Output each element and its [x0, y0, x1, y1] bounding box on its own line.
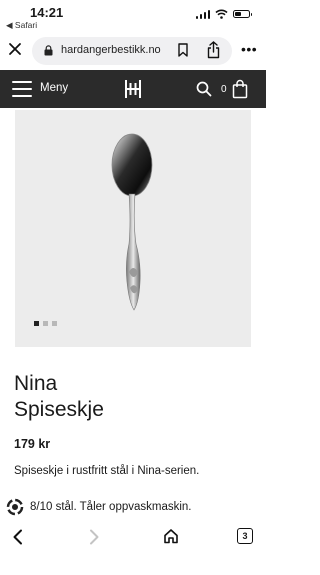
home-icon[interactable] — [163, 528, 179, 544]
logo-icon[interactable] — [124, 79, 142, 99]
carousel-dot[interactable] — [34, 321, 39, 326]
product-title-line2: Spiseskje — [14, 398, 104, 421]
bookmark-icon[interactable] — [178, 43, 188, 57]
cart-count: 0 — [221, 84, 227, 95]
more-icon[interactable]: ••• — [241, 42, 257, 56]
carousel-dots — [34, 321, 57, 326]
lock-icon — [44, 45, 53, 56]
browser-url-bar: hardangerbestikk.no ••• — [0, 34, 266, 68]
menu-button-label[interactable]: Meny — [40, 82, 68, 94]
product-price: 179 kr — [14, 437, 51, 451]
address-field[interactable]: hardangerbestikk.no — [32, 37, 232, 65]
signal-icon — [195, 9, 210, 19]
wifi-icon — [215, 9, 228, 19]
browser-toolbar: 3 — [0, 522, 266, 552]
carousel-dot[interactable] — [43, 321, 48, 326]
product-description: Spiseskje i rustfritt stål i Nina-serien… — [14, 465, 200, 477]
back-icon[interactable] — [12, 529, 24, 545]
product-title: Nina Spiseskje — [14, 371, 104, 423]
spoon-product-image — [111, 133, 153, 311]
forward-icon[interactable] — [88, 529, 100, 545]
status-bar: 14:21 ◀ Safari — [0, 0, 266, 32]
system-icons — [195, 9, 252, 19]
loading-spinner-icon — [6, 498, 24, 516]
close-icon[interactable] — [7, 41, 23, 57]
url-text: hardangerbestikk.no — [61, 44, 161, 56]
product-description-line2: 8/10 stål. Tåler oppvaskmaskin. — [30, 501, 192, 513]
carousel-dot[interactable] — [52, 321, 57, 326]
site-header: Meny 0 — [0, 70, 266, 108]
back-to-safari-link[interactable]: ◀ Safari — [6, 20, 37, 31]
product-image-carousel[interactable] — [15, 110, 251, 347]
tabs-icon[interactable]: 3 — [237, 528, 253, 544]
share-icon[interactable] — [207, 41, 220, 59]
product-title-line1: Nina — [14, 372, 58, 395]
battery-icon — [233, 10, 252, 18]
status-time: 14:21 — [30, 5, 64, 20]
hamburger-icon[interactable] — [12, 81, 32, 97]
cart-icon[interactable] — [232, 79, 248, 99]
search-icon[interactable] — [196, 81, 212, 97]
